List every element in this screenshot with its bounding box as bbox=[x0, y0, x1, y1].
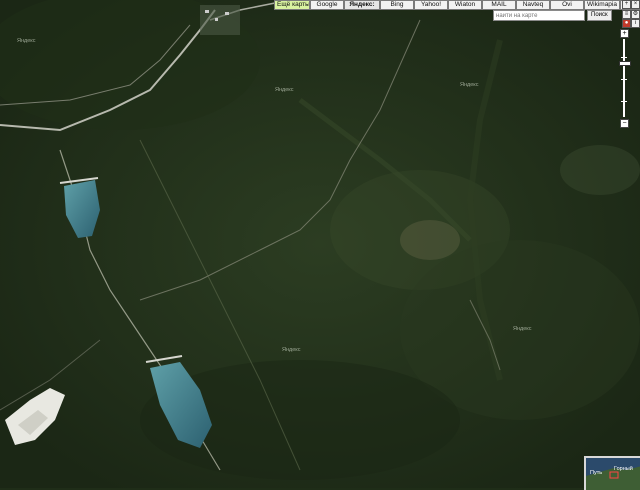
close-icon[interactable]: × bbox=[631, 0, 640, 9]
zoom-tick bbox=[621, 79, 627, 80]
minimap-label-left: Путь bbox=[590, 470, 603, 476]
map-provider-9[interactable]: Ovi bbox=[550, 0, 584, 10]
map-provider-3[interactable]: Яндекс: bbox=[344, 0, 380, 10]
layers-icon[interactable]: ≡ bbox=[622, 10, 631, 19]
zoom-tick bbox=[621, 57, 627, 58]
search-input[interactable] bbox=[493, 10, 585, 21]
overview-minimap[interactable]: Путь Горный bbox=[584, 456, 640, 490]
map-provider-5[interactable]: Yahoo! bbox=[414, 0, 448, 10]
zoom-in-button[interactable]: + bbox=[620, 29, 629, 38]
satellite-map[interactable] bbox=[0, 0, 640, 488]
pin-icon[interactable]: ● bbox=[622, 19, 631, 28]
map-provider-6[interactable]: Wiaton bbox=[448, 0, 482, 10]
map-search: Поиск bbox=[493, 10, 612, 21]
zoom-rail[interactable] bbox=[623, 39, 625, 117]
gear-icon[interactable]: ⚙ bbox=[631, 10, 640, 19]
map-provider-bar: Ещё карты Google Яндекс: Bing Yahoo! Wiaton MA… bbox=[274, 0, 640, 10]
yandex-watermark: Яндекс bbox=[282, 347, 301, 353]
yandex-watermark: Яндекс bbox=[513, 326, 532, 332]
info-icon[interactable]: i bbox=[631, 19, 640, 28]
map-provider-7[interactable]: MAIL bbox=[482, 0, 516, 10]
plus-icon[interactable]: + bbox=[622, 0, 631, 9]
yandex-watermark: Яндекс bbox=[17, 38, 36, 44]
zoom-handle[interactable] bbox=[619, 61, 631, 66]
map-provider-10[interactable]: Wikimapia bbox=[584, 0, 620, 10]
yandex-watermark: Яндекс bbox=[275, 87, 294, 93]
map-provider-2[interactable]: Google bbox=[310, 0, 344, 10]
search-button[interactable]: Поиск bbox=[587, 10, 612, 21]
minimap-label-right: Горный bbox=[614, 466, 633, 472]
zoom-out-button[interactable]: − bbox=[620, 119, 629, 128]
yandex-watermark: Яндекс bbox=[460, 82, 479, 88]
map-provider-4[interactable]: Bing bbox=[380, 0, 414, 10]
zoom-tick bbox=[621, 101, 627, 102]
zoom-control[interactable]: + − bbox=[617, 29, 631, 129]
map-provider-8[interactable]: Navteq bbox=[516, 0, 550, 10]
map-provider-1[interactable]: Ещё карты bbox=[274, 0, 310, 10]
